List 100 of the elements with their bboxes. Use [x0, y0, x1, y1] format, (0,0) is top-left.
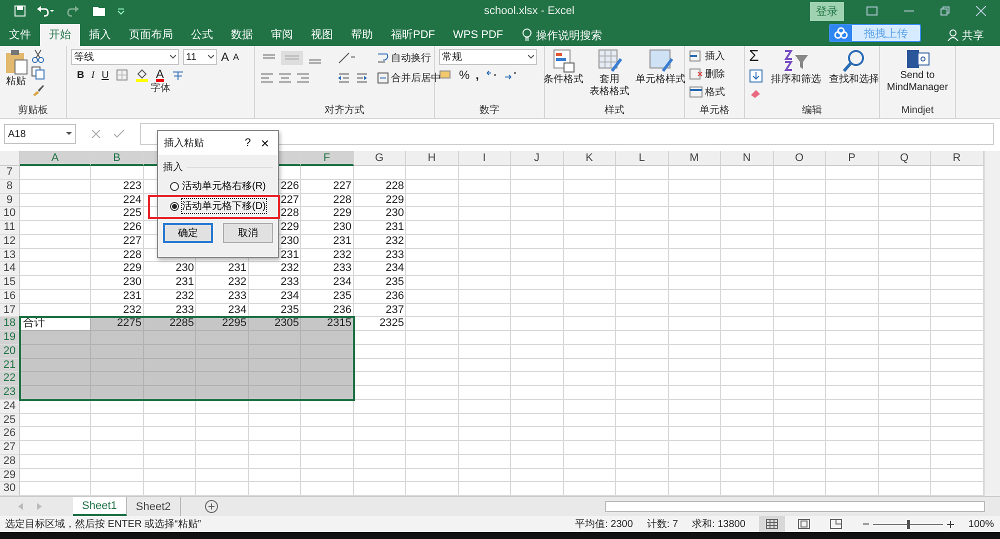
- column-header[interactable]: O: [774, 151, 826, 166]
- column-header[interactable]: B: [91, 151, 144, 166]
- row-header[interactable]: 9: [0, 194, 20, 208]
- row-header[interactable]: 16: [0, 290, 20, 304]
- table-cell: 235: [301, 290, 354, 304]
- row-header[interactable]: 22: [0, 372, 20, 386]
- row-header[interactable]: 17: [0, 304, 20, 318]
- ribbon-tab[interactable]: WPS PDF: [444, 24, 512, 46]
- find-select-button[interactable]: 查找和选择: [829, 49, 879, 104]
- table-cell: 230: [144, 262, 196, 276]
- ribbon-tab[interactable]: 数据: [222, 24, 262, 46]
- row-header[interactable]: 25: [0, 414, 20, 428]
- table-cell: 232: [301, 248, 354, 262]
- zoom-level[interactable]: 100%: [968, 518, 1000, 530]
- mindmanager-button[interactable]: Send to MindManager: [886, 49, 948, 104]
- table-cell: 229: [301, 207, 354, 221]
- row-header[interactable]: 13: [0, 248, 20, 262]
- column-header[interactable]: G: [354, 151, 406, 166]
- column-header[interactable]: A: [20, 151, 91, 166]
- row-header[interactable]: 26: [0, 427, 20, 441]
- table-cell: 236: [301, 304, 354, 318]
- ribbon-tab[interactable]: 开始: [40, 24, 80, 46]
- group-label: 字体: [150, 82, 172, 96]
- paste-button[interactable]: 粘贴: [4, 49, 28, 104]
- ribbon-tab[interactable]: 页面布局: [120, 24, 182, 46]
- row-header[interactable]: 7: [0, 166, 20, 180]
- ok-button[interactable]: 确定: [163, 223, 214, 243]
- column-header[interactable]: P: [826, 151, 878, 166]
- row-header[interactable]: 29: [0, 468, 20, 482]
- ribbon-tab[interactable]: 文件: [0, 24, 40, 46]
- grow-font-button[interactable]: A: [221, 50, 230, 64]
- row-header[interactable]: 23: [0, 386, 20, 400]
- group-label: Mindjet: [900, 104, 935, 118]
- column-header[interactable]: Q: [878, 151, 931, 166]
- row-header[interactable]: 28: [0, 454, 20, 468]
- italic-button[interactable]: I: [91, 70, 95, 80]
- row-header[interactable]: 15: [0, 276, 20, 290]
- row-header[interactable]: 30: [0, 482, 20, 496]
- close-button[interactable]: ×: [258, 135, 272, 151]
- ribbon-tab[interactable]: 帮助: [342, 24, 382, 46]
- row-header[interactable]: 18: [0, 317, 20, 331]
- row-header[interactable]: 27: [0, 441, 20, 455]
- row-header[interactable]: 10: [0, 207, 20, 221]
- column-header[interactable]: K: [564, 151, 616, 166]
- column-header[interactable]: I: [458, 151, 511, 166]
- column-header[interactable]: L: [616, 151, 668, 166]
- column-header[interactable]: H: [406, 151, 458, 166]
- wrap-text-button[interactable]: 自动换行: [377, 51, 441, 65]
- table-cell: 227: [91, 234, 144, 248]
- table-cell: 231: [91, 290, 144, 304]
- column-header[interactable]: M: [668, 151, 721, 166]
- column-header[interactable]: F: [301, 151, 354, 166]
- row-header[interactable]: 11: [0, 221, 20, 235]
- delete-button[interactable]: 删除: [689, 67, 740, 81]
- bold-button[interactable]: B: [77, 70, 84, 80]
- ribbon-tab[interactable]: 视图: [302, 24, 342, 46]
- table-format-button[interactable]: 套用 表格格式: [590, 49, 630, 104]
- conditional-format-button[interactable]: 条件格式: [544, 49, 584, 104]
- autosum-button[interactable]: Σ: [749, 49, 763, 65]
- row-header[interactable]: 24: [0, 400, 20, 414]
- sort-filter-button[interactable]: 排序和筛选: [771, 49, 821, 104]
- underline-button[interactable]: U: [102, 70, 109, 80]
- number-format-field[interactable]: 常规: [439, 49, 537, 65]
- table-cell: 2275: [91, 317, 144, 331]
- cell-styles-button[interactable]: 单元格样式: [636, 49, 686, 104]
- table-cell: 235: [248, 304, 301, 318]
- row-header[interactable]: 8: [0, 180, 20, 194]
- tell-me-search[interactable]: 操作说明搜索: [536, 28, 602, 42]
- shrink-font-button[interactable]: A: [233, 52, 240, 62]
- ribbon-tab[interactable]: 插入: [80, 24, 120, 46]
- insert-button[interactable]: 插入: [689, 49, 740, 63]
- column-header[interactable]: R: [931, 151, 984, 166]
- name-box[interactable]: A18: [4, 124, 76, 144]
- ribbon-tab[interactable]: 公式: [182, 24, 222, 46]
- count-value: 计数: 7: [646, 518, 678, 531]
- format-button[interactable]: 格式: [689, 85, 740, 99]
- column-header[interactable]: N: [721, 151, 774, 166]
- font-name-field[interactable]: 等线: [71, 49, 179, 65]
- font-color-button[interactable]: A: [156, 68, 164, 82]
- sum-value: 求和: 13800: [692, 518, 746, 531]
- column-header[interactable]: J: [511, 151, 564, 166]
- help-button[interactable]: ?: [242, 137, 254, 149]
- comma-button[interactable]: ,: [476, 68, 480, 82]
- share-button[interactable]: 共享: [921, 24, 1000, 46]
- cancel-button[interactable]: 取消: [223, 223, 273, 243]
- row-header[interactable]: 19: [0, 331, 20, 345]
- table-cell: 234: [301, 276, 354, 290]
- row-header[interactable]: 12: [0, 234, 20, 248]
- group-label: 编辑: [801, 104, 823, 118]
- row-header[interactable]: 14: [0, 262, 20, 276]
- ribbon-tab[interactable]: 福昕PDF: [382, 24, 444, 46]
- table-cell: 230: [301, 221, 354, 235]
- table-cell: 2285: [144, 317, 196, 331]
- table-cell: 229: [91, 262, 144, 276]
- merge-center-button[interactable]: 合并后居中: [377, 71, 441, 85]
- sheet-tab[interactable]: Sheet1: [73, 497, 127, 516]
- font-size-field[interactable]: 11: [183, 49, 217, 65]
- percent-button[interactable]: %: [459, 68, 470, 82]
- ribbon-tab[interactable]: 审阅: [262, 24, 302, 46]
- table-cell: 235: [354, 276, 406, 290]
